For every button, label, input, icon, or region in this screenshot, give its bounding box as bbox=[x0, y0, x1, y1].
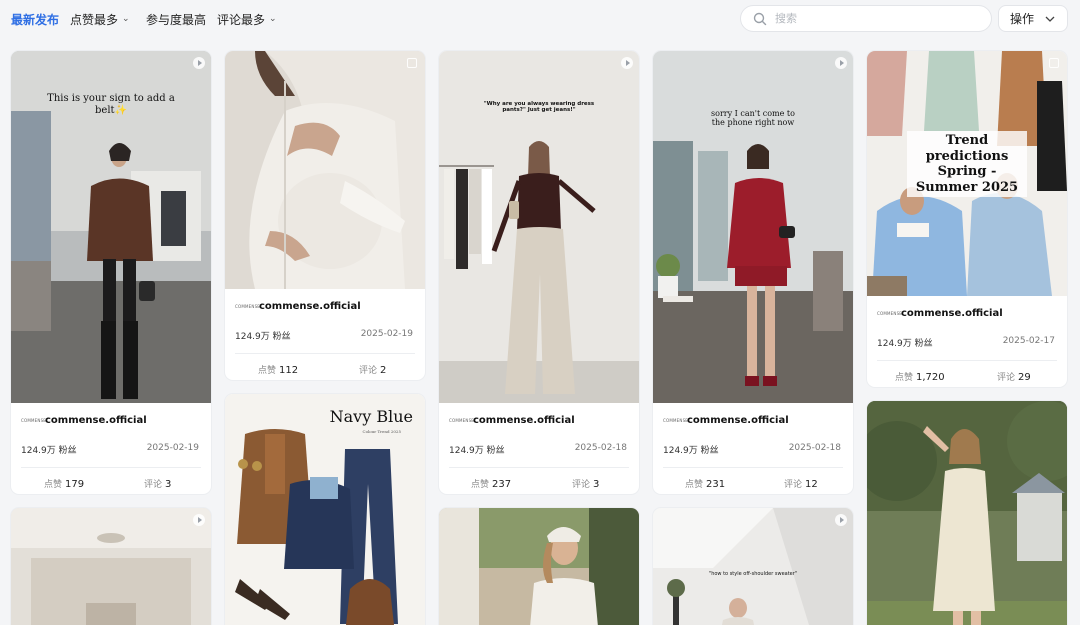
comments-stat: 评论 29 bbox=[997, 372, 1031, 383]
post-card[interactable]: This is your sign to add a belt✨ COMMENS… bbox=[11, 51, 211, 494]
video-icon bbox=[835, 57, 847, 69]
post-image[interactable] bbox=[225, 51, 425, 289]
toolbar: 最新发布 点赞最多 ⌄ 参与度最高 评论最多 ⌄ 操作 bbox=[0, 0, 1080, 36]
post-image[interactable] bbox=[439, 508, 639, 625]
tab-most-comments-label: 评论最多 bbox=[217, 13, 266, 27]
video-icon bbox=[193, 57, 205, 69]
action-dropdown[interactable]: 操作 bbox=[998, 5, 1068, 32]
account-name[interactable]: commense.official bbox=[259, 301, 361, 312]
post-card[interactable]: sorry I can't come to the phone right no… bbox=[653, 51, 853, 494]
account-name[interactable]: commense.official bbox=[45, 415, 147, 426]
account-logo: COMMENSE bbox=[449, 418, 475, 423]
divider bbox=[21, 467, 201, 468]
tab-most-likes[interactable]: 点赞最多 ⌄ bbox=[70, 11, 130, 28]
account-logo: COMMENSE bbox=[21, 418, 47, 423]
divider bbox=[235, 353, 415, 354]
post-info: COMMENSE commense.official 124.9万 粉丝 202… bbox=[439, 403, 639, 494]
video-icon bbox=[835, 514, 847, 526]
post-caption-overlay: Trend predictions Spring - Summer 2025 bbox=[907, 131, 1027, 198]
post-image[interactable]: "how to style off-shoulder sweater" bbox=[653, 508, 853, 625]
divider bbox=[449, 467, 629, 468]
account-logo: COMMENSE bbox=[235, 304, 261, 309]
post-caption-overlay: sorry I can't come to the phone right no… bbox=[711, 109, 795, 128]
post-card[interactable]: "Why are you always wearing dress pants?… bbox=[439, 51, 639, 494]
account-name[interactable]: commense.official bbox=[901, 308, 1003, 319]
post-card[interactable]: "how to style off-shoulder sweater" bbox=[653, 508, 853, 625]
post-image[interactable]: Navy Blue Colour Trend 2025 bbox=[225, 394, 425, 625]
post-image[interactable] bbox=[11, 508, 211, 625]
comments-stat: 评论 2 bbox=[359, 365, 387, 376]
account-logo: COMMENSE bbox=[877, 311, 903, 316]
image-set-icon bbox=[1049, 58, 1059, 68]
post-image[interactable]: sorry I can't come to the phone right no… bbox=[653, 51, 853, 403]
divider bbox=[877, 360, 1057, 361]
tab-most-likes-label: 点赞最多 bbox=[70, 13, 119, 27]
post-card[interactable]: Navy Blue Colour Trend 2025 bbox=[225, 394, 425, 625]
post-date: 2025-02-18 bbox=[788, 443, 841, 453]
comments-stat: 评论 12 bbox=[784, 479, 818, 490]
post-date: 2025-02-19 bbox=[360, 329, 413, 339]
tab-most-comments[interactable]: 评论最多 ⌄ bbox=[217, 11, 277, 28]
follower-count: 124.9万 粉丝 bbox=[449, 446, 505, 456]
post-subtitle-overlay: Colour Trend 2025 bbox=[362, 429, 401, 434]
account-logo: COMMENSE bbox=[663, 418, 689, 423]
image-set-icon bbox=[407, 58, 417, 68]
post-caption-overlay: "Why are you always wearing dress pants?… bbox=[483, 101, 595, 114]
video-icon bbox=[193, 514, 205, 526]
search-input[interactable] bbox=[775, 12, 975, 25]
tab-most-engagement[interactable]: 参与度最高 bbox=[146, 11, 206, 28]
follower-count: 124.9万 粉丝 bbox=[235, 332, 291, 342]
post-info: COMMENSE commense.official 124.9万 粉丝 202… bbox=[11, 403, 211, 494]
post-image[interactable]: "Why are you always wearing dress pants?… bbox=[439, 51, 639, 403]
post-info: COMMENSE commense.official 124.9万 粉丝 202… bbox=[867, 296, 1067, 387]
chevron-down-icon: ⌄ bbox=[122, 13, 130, 24]
chevron-down-icon bbox=[1045, 16, 1055, 22]
likes-stat: 点赞 112 bbox=[258, 365, 299, 376]
tab-latest-label: 最新发布 bbox=[11, 13, 60, 27]
chevron-down-icon: ⌄ bbox=[269, 13, 277, 24]
post-image[interactable]: Trend predictions Spring - Summer 2025 bbox=[867, 51, 1067, 296]
divider bbox=[663, 467, 843, 468]
post-card[interactable] bbox=[11, 508, 211, 625]
follower-count: 124.9万 粉丝 bbox=[21, 446, 77, 456]
likes-stat: 点赞 237 bbox=[471, 479, 512, 490]
comments-stat: 评论 3 bbox=[144, 479, 172, 490]
post-caption-overlay: "how to style off-shoulder sweater" bbox=[708, 571, 798, 577]
action-dropdown-label: 操作 bbox=[1010, 12, 1035, 26]
tab-latest[interactable]: 最新发布 bbox=[11, 11, 59, 28]
post-date: 2025-02-19 bbox=[146, 443, 199, 453]
video-icon bbox=[621, 57, 633, 69]
account-name[interactable]: commense.official bbox=[473, 415, 575, 426]
post-date: 2025-02-18 bbox=[574, 443, 627, 453]
post-caption-overlay: This is your sign to add a belt✨ bbox=[47, 93, 175, 116]
likes-stat: 点赞 179 bbox=[44, 479, 85, 490]
post-image[interactable] bbox=[867, 401, 1067, 625]
search-box[interactable] bbox=[740, 5, 992, 32]
search-icon bbox=[753, 12, 767, 25]
post-date: 2025-02-17 bbox=[1002, 336, 1055, 346]
post-card[interactable]: COMMENSE commense.official 124.9万 粉丝 202… bbox=[225, 51, 425, 380]
likes-stat: 点赞 231 bbox=[685, 479, 726, 490]
post-card[interactable]: Trend predictions Spring - Summer 2025 C… bbox=[867, 51, 1067, 387]
follower-count: 124.9万 粉丝 bbox=[877, 339, 933, 349]
post-info: COMMENSE commense.official 124.9万 粉丝 202… bbox=[653, 403, 853, 494]
post-info: COMMENSE commense.official 124.9万 粉丝 202… bbox=[225, 289, 425, 380]
tab-most-engagement-label: 参与度最高 bbox=[146, 13, 207, 27]
post-image[interactable]: This is your sign to add a belt✨ bbox=[11, 51, 211, 403]
post-caption-overlay: Navy Blue bbox=[329, 407, 413, 426]
comments-stat: 评论 3 bbox=[572, 479, 600, 490]
follower-count: 124.9万 粉丝 bbox=[663, 446, 719, 456]
post-card[interactable] bbox=[867, 401, 1067, 625]
account-name[interactable]: commense.official bbox=[687, 415, 789, 426]
post-card[interactable] bbox=[439, 508, 639, 625]
likes-stat: 点赞 1,720 bbox=[895, 372, 945, 383]
